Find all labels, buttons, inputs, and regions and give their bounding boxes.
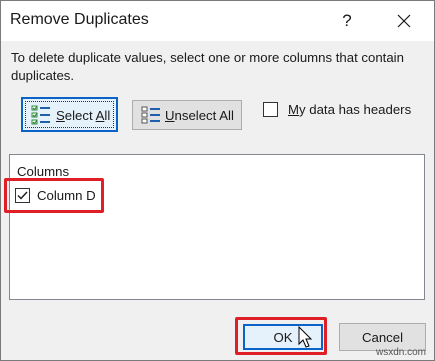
my-data-has-headers-label[interactable]: My data has headers [288, 102, 411, 117]
help-icon: ? [342, 11, 352, 30]
remove-duplicates-dialog: Remove Duplicates ? To delete duplicate … [0, 0, 435, 361]
unselect-all-label: Unselect All [165, 108, 234, 123]
close-button[interactable] [390, 7, 418, 35]
column-d-highlight [4, 178, 104, 213]
close-icon [397, 14, 411, 28]
unselect-all-icon [141, 106, 160, 124]
watermark: wsxdn.com [376, 347, 427, 358]
my-data-has-headers-checkbox[interactable] [263, 102, 278, 117]
select-all-button[interactable]: Select All [21, 97, 118, 132]
dialog-title: Remove Duplicates [10, 11, 149, 28]
select-all-label: Select All [56, 108, 111, 123]
columns-header: Columns [17, 164, 70, 179]
unselect-all-button[interactable]: Unselect All [132, 100, 242, 130]
cancel-label: Cancel [361, 330, 404, 345]
instructions-text: To delete duplicate values, select one o… [11, 50, 404, 83]
columns-list[interactable]: Columns Column D [9, 154, 425, 300]
title-bar: Remove Duplicates ? [1, 1, 434, 41]
help-button[interactable]: ? [333, 7, 361, 35]
mouse-cursor-icon [298, 326, 313, 348]
select-all-icon [31, 105, 50, 125]
